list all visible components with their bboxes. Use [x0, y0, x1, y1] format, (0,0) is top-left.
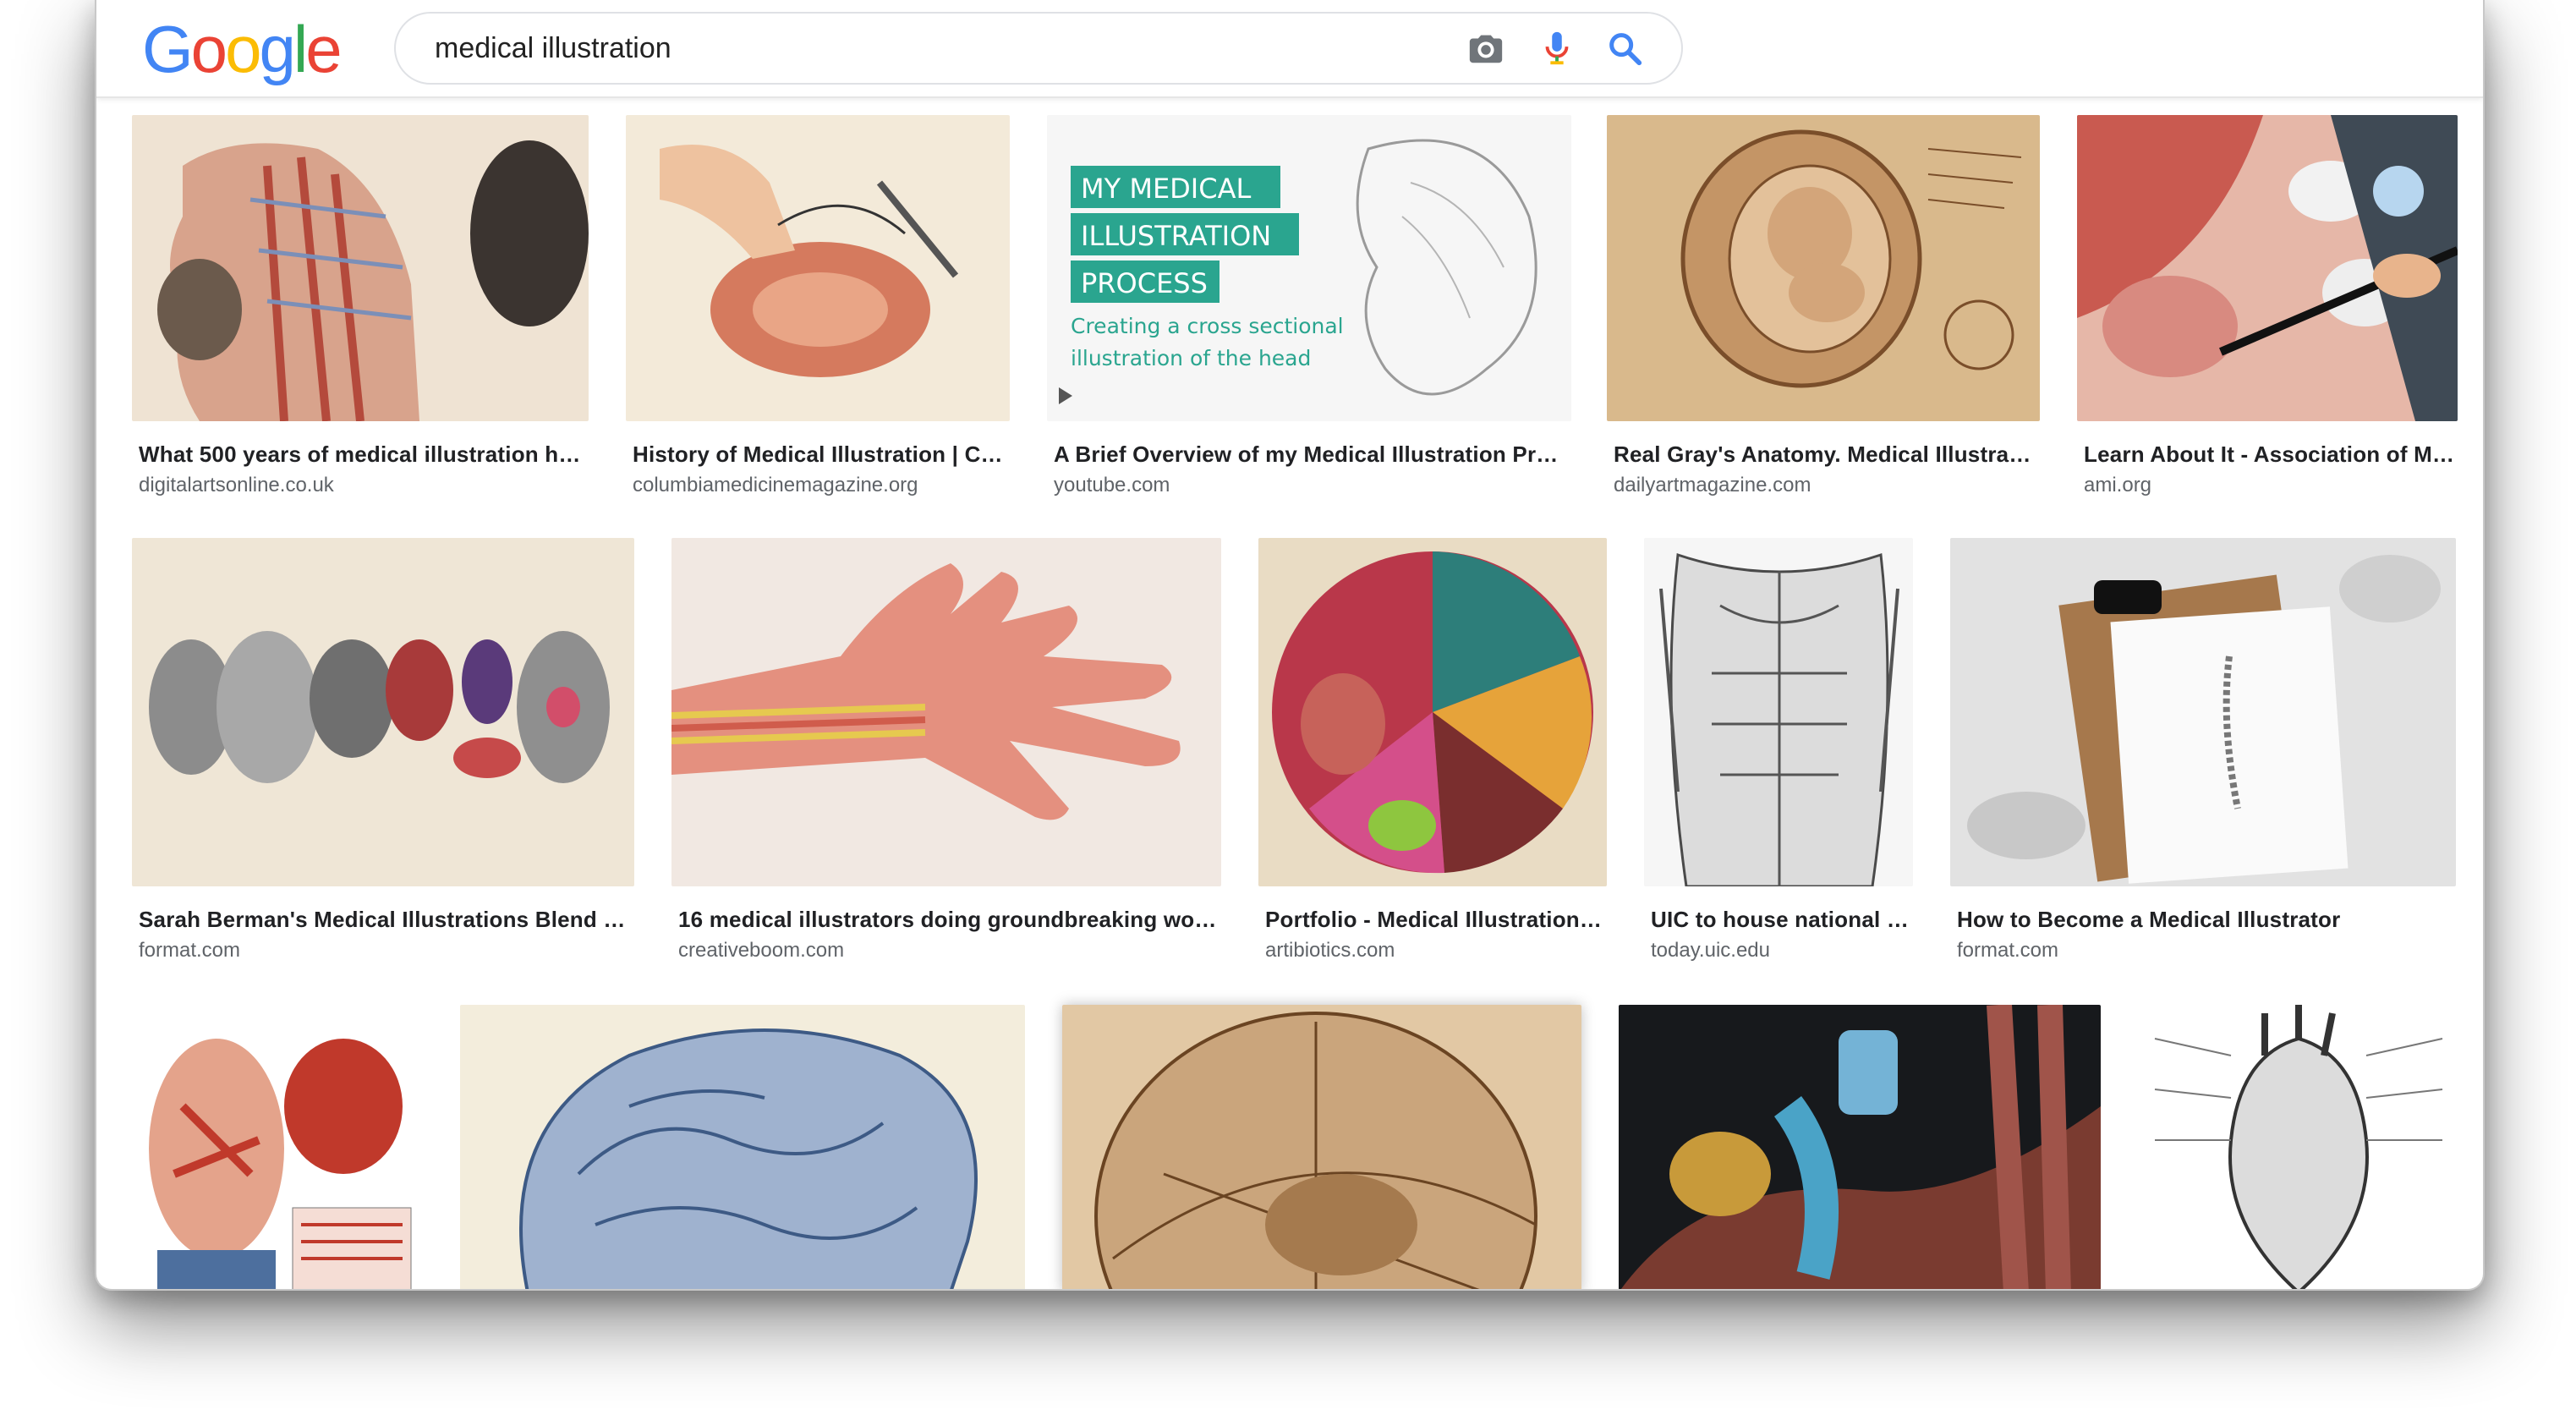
result-thumbnail[interactable] — [132, 115, 589, 421]
image-results-grid: What 500 years of medical illustration h… — [96, 0, 2483, 1289]
image-result[interactable]: MY MEDICAL ILLUSTRATION PROCESS Creating… — [1047, 115, 1571, 504]
image-result[interactable] — [2138, 1005, 2458, 1289]
thumbnail-caption: PROCESS — [1081, 267, 1208, 299]
result-source[interactable]: today.uic.edu — [1651, 939, 1770, 963]
image-result[interactable]: History of Medical Illustration | C… col… — [626, 115, 1010, 504]
image-result[interactable]: Portfolio - Medical Illustration… artibi… — [1258, 538, 1607, 978]
thumbnail-caption: ILLUSTRATION — [1081, 220, 1271, 252]
browser-window: Google medical illustration What 500 yea… — [95, 0, 2485, 1291]
result-source[interactable]: creativeboom.com — [678, 939, 844, 963]
result-source[interactable]: format.com — [139, 939, 240, 963]
result-title[interactable]: Real Gray's Anatomy. Medical Illustrati… — [1614, 442, 2038, 468]
result-thumbnail[interactable] — [1062, 1005, 1581, 1289]
result-title[interactable]: Learn About It - Association of M… — [2084, 442, 2456, 468]
result-title[interactable]: History of Medical Illustration | C… — [633, 442, 1008, 468]
result-thumbnail[interactable] — [132, 538, 634, 886]
result-thumbnail[interactable] — [1258, 538, 1607, 886]
image-result[interactable]: UIC to house national … today.uic.edu — [1644, 538, 1913, 978]
image-result[interactable] — [1619, 1005, 2101, 1289]
result-thumbnail[interactable] — [671, 538, 1221, 886]
result-source[interactable]: format.com — [1957, 939, 2058, 963]
result-thumbnail[interactable] — [1644, 538, 1913, 886]
result-thumbnail[interactable] — [1619, 1005, 2101, 1289]
image-result[interactable]: Real Gray's Anatomy. Medical Illustrati…… — [1607, 115, 2040, 504]
result-source[interactable]: ami.org — [2084, 474, 2151, 497]
image-result[interactable]: 16 medical illustrators doing groundbrea… — [671, 538, 1221, 978]
result-source[interactable]: youtube.com — [1054, 474, 1170, 497]
image-result[interactable] — [132, 1005, 423, 1289]
result-thumbnail[interactable] — [626, 115, 1010, 421]
result-thumbnail[interactable] — [2138, 1005, 2458, 1289]
result-thumbnail[interactable]: MY MEDICAL ILLUSTRATION PROCESS Creating… — [1047, 115, 1571, 421]
thumbnail-caption: illustration of the head — [1071, 346, 1311, 370]
image-result[interactable] — [460, 1005, 1025, 1289]
image-result[interactable]: Sarah Berman's Medical Illustrations Ble… — [132, 538, 634, 978]
result-title[interactable]: 16 medical illustrators doing groundbrea… — [678, 907, 1219, 933]
result-title[interactable]: UIC to house national … — [1651, 907, 1911, 933]
result-thumbnail[interactable] — [1950, 538, 2456, 886]
result-source[interactable]: dailyartmagazine.com — [1614, 474, 1811, 497]
image-result[interactable]: Learn About It - Association of M… ami.o… — [2077, 115, 2458, 504]
result-thumbnail[interactable] — [132, 1005, 423, 1289]
result-title[interactable]: A Brief Overview of my Medical Illustrat… — [1054, 442, 1570, 468]
image-result[interactable] — [1062, 1005, 1581, 1289]
result-title[interactable]: What 500 years of medical illustration h… — [139, 442, 587, 468]
image-result[interactable]: What 500 years of medical illustration h… — [132, 115, 589, 504]
result-thumbnail[interactable] — [1607, 115, 2040, 421]
result-title[interactable]: Sarah Berman's Medical Illustrations Ble… — [139, 907, 633, 933]
thumbnail-caption: Creating a cross sectional — [1071, 314, 1344, 338]
image-result[interactable]: How to Become a Medical Illustrator form… — [1950, 538, 2456, 978]
thumbnail-caption: MY MEDICAL — [1081, 173, 1251, 205]
result-thumbnail[interactable] — [460, 1005, 1025, 1289]
result-source[interactable]: digitalartsonline.co.uk — [139, 474, 334, 497]
result-source[interactable]: columbiamedicinemagazine.org — [633, 474, 918, 497]
result-title[interactable]: How to Become a Medical Illustrator — [1957, 907, 2454, 933]
result-title[interactable]: Portfolio - Medical Illustration… — [1265, 907, 1605, 933]
result-source[interactable]: artibiotics.com — [1265, 939, 1395, 963]
result-thumbnail[interactable] — [2077, 115, 2458, 421]
